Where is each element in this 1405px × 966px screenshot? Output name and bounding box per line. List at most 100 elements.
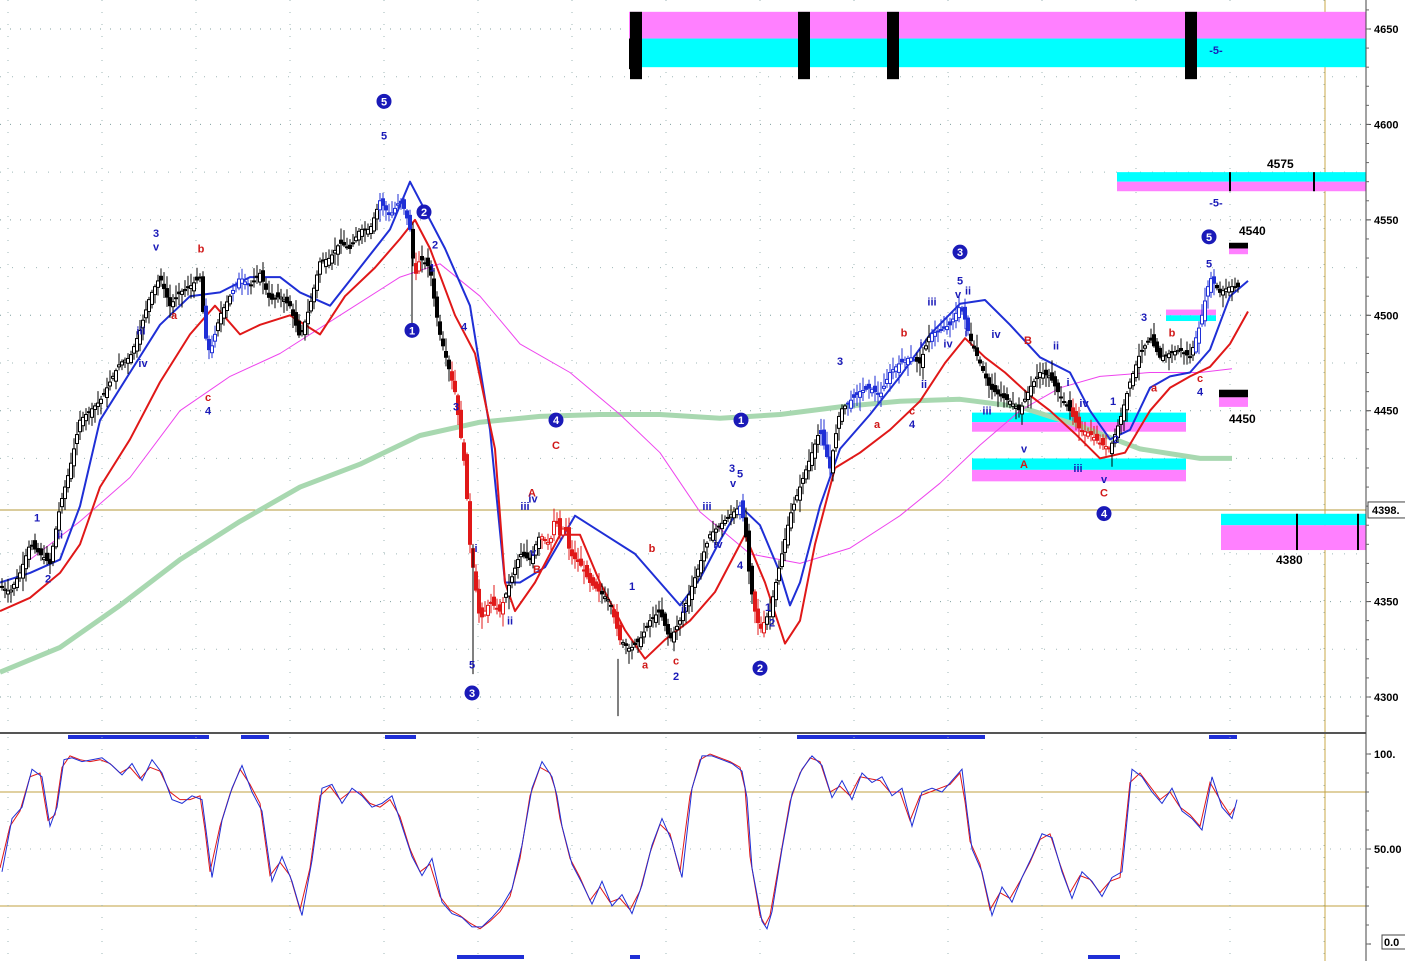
candle-body xyxy=(228,295,232,305)
candle-body xyxy=(453,380,457,393)
wave-label: v xyxy=(955,289,962,301)
candle-body xyxy=(633,642,637,646)
candle-body xyxy=(618,624,622,641)
osc-tick-label: 100. xyxy=(1374,749,1395,761)
candle-body xyxy=(492,596,496,606)
price-box-bottom xyxy=(1221,525,1366,551)
wave-label: c xyxy=(205,392,211,404)
candle-body xyxy=(975,347,979,357)
wave-label: 4 xyxy=(737,560,744,572)
wave-label: 2 xyxy=(1113,434,1119,446)
candle-body xyxy=(273,297,277,300)
candle-body xyxy=(1020,405,1024,415)
candle-body xyxy=(90,408,94,418)
candle-body xyxy=(753,591,757,612)
candle-body xyxy=(1212,276,1216,284)
wave-label: 1 xyxy=(738,415,744,427)
wave-label: b xyxy=(649,543,656,555)
candle-body xyxy=(393,207,397,214)
wave-label: b xyxy=(198,243,205,255)
candle-body xyxy=(1179,347,1183,351)
candle-body xyxy=(963,306,967,320)
price-tick-label: 4650 xyxy=(1374,24,1398,36)
candle-body xyxy=(348,244,352,249)
candle-body xyxy=(1236,282,1240,288)
price-box-top xyxy=(1221,513,1366,526)
candle-body xyxy=(288,301,292,307)
wave-label: 2 xyxy=(432,239,438,251)
candle-body xyxy=(279,296,283,300)
wave-label: iv xyxy=(713,539,723,551)
candle-body xyxy=(549,538,553,543)
candle-body xyxy=(411,228,415,259)
price-box-bottom xyxy=(1219,397,1248,407)
candle-body xyxy=(1032,381,1036,387)
axis-background xyxy=(1366,0,1405,961)
wave-label: iii xyxy=(927,297,936,309)
price-box-top xyxy=(1117,172,1366,182)
candle-body xyxy=(852,394,856,398)
candle-body xyxy=(156,280,160,288)
candle-body xyxy=(468,501,472,545)
price-box-marker xyxy=(887,11,899,80)
candle-body xyxy=(873,385,877,393)
candle-body xyxy=(516,559,520,568)
candle-body xyxy=(408,214,412,230)
wave-label: iii xyxy=(702,501,711,513)
wave-label: 4 xyxy=(909,419,916,431)
wave-label: ii xyxy=(1053,341,1059,353)
candle-body xyxy=(978,359,982,364)
candle-body xyxy=(654,614,658,623)
candle-body xyxy=(162,283,166,290)
price-box-label: 4450 xyxy=(1229,412,1256,426)
price-tick-label: 4500 xyxy=(1374,310,1398,322)
candle-body xyxy=(381,198,385,206)
candle-body xyxy=(372,217,376,232)
candle-body xyxy=(249,284,253,287)
candle-body xyxy=(777,567,781,582)
candle-body xyxy=(609,604,613,607)
candle-body xyxy=(297,320,301,336)
candle-body xyxy=(1161,355,1165,361)
wave-label: ii xyxy=(921,379,927,391)
wave-label: i xyxy=(919,339,922,351)
candle-body xyxy=(1011,403,1015,407)
wave-label: 5 xyxy=(381,96,387,108)
price-box-bottom xyxy=(1229,248,1248,255)
wave-label: 5 xyxy=(469,659,475,671)
candle-body xyxy=(948,321,952,326)
candle-body xyxy=(693,577,697,588)
candle-body xyxy=(15,578,19,588)
wave-label: -5- xyxy=(1209,197,1223,209)
wave-label: 4 xyxy=(205,406,212,418)
wave-label: 2 xyxy=(45,573,51,585)
current-price-label: 4398. xyxy=(1372,505,1400,517)
candle-body xyxy=(159,275,163,281)
wave-label: 1 xyxy=(34,512,40,524)
candle-body xyxy=(936,330,940,333)
candle-body xyxy=(702,551,706,562)
candle-body xyxy=(720,522,724,530)
wave-label: v xyxy=(153,241,160,253)
candle-body xyxy=(252,280,256,283)
candle-body xyxy=(789,512,793,529)
candle-body xyxy=(1140,349,1144,352)
candle-body xyxy=(1005,394,1009,400)
wave-label: A xyxy=(1020,459,1028,471)
wave-label: 5 xyxy=(1206,259,1212,271)
wave-label: i xyxy=(474,543,477,555)
candle-body xyxy=(39,548,43,556)
candle-body xyxy=(939,328,943,331)
candle-body xyxy=(501,602,505,615)
wave-label: 1 xyxy=(409,325,415,337)
price-box-marker xyxy=(798,11,810,80)
price-box-bottom xyxy=(629,38,1366,68)
candle-body xyxy=(396,203,400,206)
candle-body xyxy=(642,631,646,638)
wave-label: -5- xyxy=(1209,45,1223,57)
candle-body xyxy=(261,270,265,282)
candle-body xyxy=(27,546,31,560)
candle-body xyxy=(666,624,670,635)
osc-tick-label: 50.00 xyxy=(1374,844,1402,856)
candle-body xyxy=(1044,369,1048,376)
